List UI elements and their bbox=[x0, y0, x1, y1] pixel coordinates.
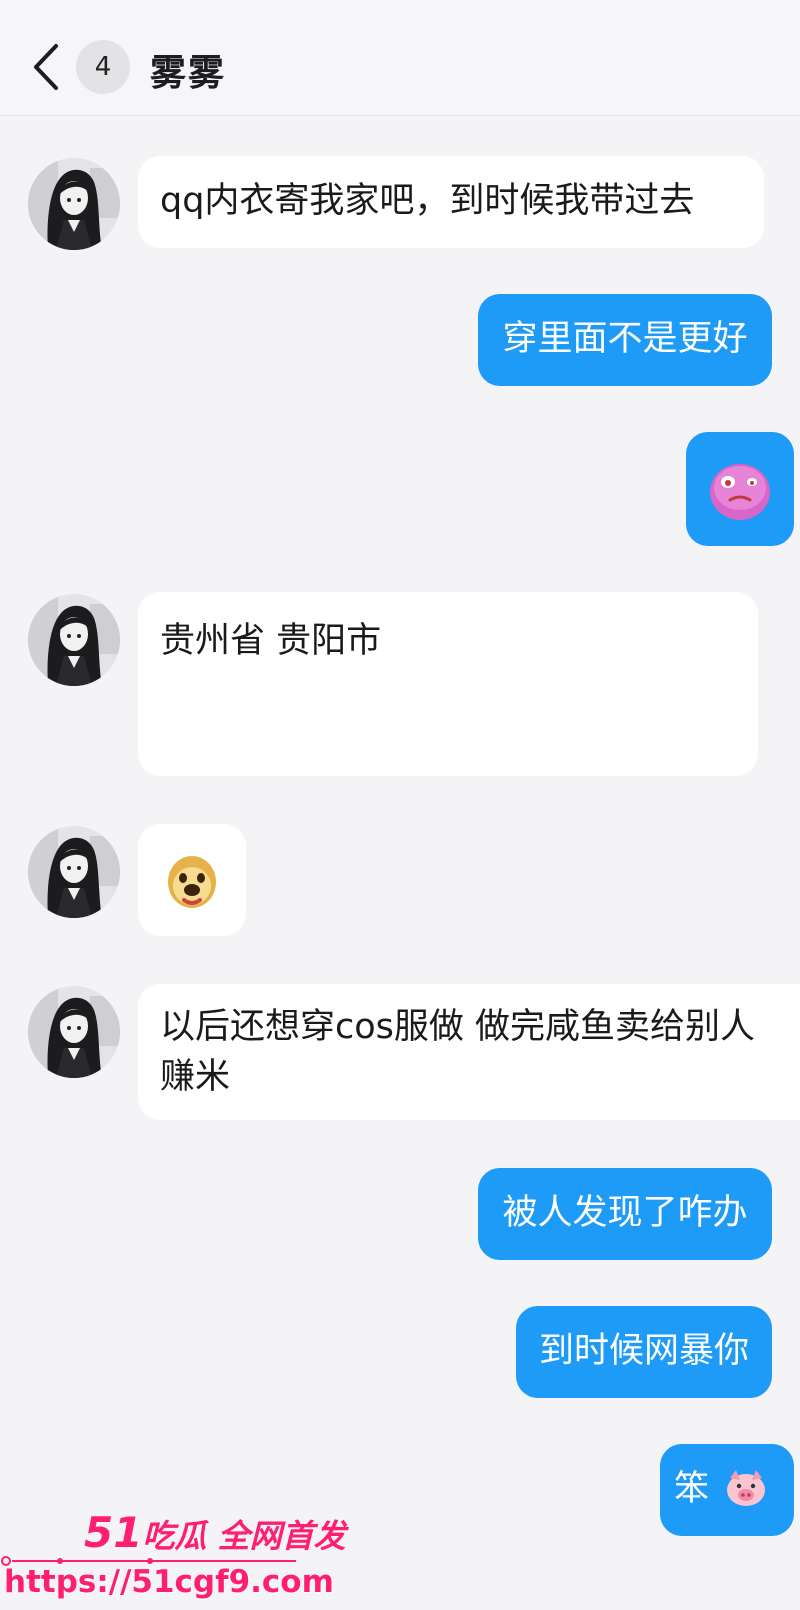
message-text: 穿里面不是更好 bbox=[502, 319, 748, 359]
pig-face-icon bbox=[727, 1470, 766, 1506]
contact-avatar[interactable] bbox=[28, 986, 120, 1078]
incoming-message-bubble[interactable]: qq内衣寄我家吧，到时候我带过去 bbox=[138, 156, 764, 248]
chevron-left-icon bbox=[34, 44, 58, 90]
contact-avatar[interactable] bbox=[28, 826, 120, 918]
unread-count-badge[interactable]: 4 bbox=[76, 40, 130, 94]
outgoing-message-bubble[interactable]: 穿里面不是更好 bbox=[478, 294, 772, 386]
watermark-brand-text: 吃瓜 全网首发 bbox=[142, 1517, 346, 1555]
watermark: 51吃瓜 全网首发 https://51cgf9.com bbox=[0, 1508, 346, 1610]
outgoing-sticker-bubble[interactable] bbox=[686, 432, 794, 546]
incoming-location-bubble[interactable]: 贵州省 贵阳市 bbox=[138, 592, 758, 776]
message-text: 到时候网暴你 bbox=[538, 1331, 749, 1371]
location-text: 贵州省 贵阳市 bbox=[160, 621, 382, 661]
chat-header: 4 雾雾 bbox=[0, 0, 800, 116]
contact-name: 雾雾 bbox=[150, 53, 227, 94]
incoming-message-bubble[interactable]: 以后还想穿cos服做 做完咸鱼卖给别人赚米 bbox=[138, 984, 800, 1120]
message-text: 被人发现了咋办 bbox=[502, 1193, 748, 1233]
back-button[interactable] bbox=[28, 40, 68, 94]
outgoing-message-bubble[interactable]: 到时候网暴你 bbox=[516, 1306, 772, 1398]
message-text: qq内衣寄我家吧，到时候我带过去 bbox=[160, 181, 695, 221]
watermark-brand-number: 51 bbox=[84, 1508, 143, 1557]
message-text: 笨 bbox=[674, 1469, 710, 1509]
watermark-url: https://51cgf9.com bbox=[4, 1564, 334, 1600]
outgoing-message-bubble[interactable]: 被人发现了咋办 bbox=[478, 1168, 772, 1260]
message-text: 以后还想穿cos服做 做完咸鱼卖给别人赚米 bbox=[160, 1007, 756, 1097]
contact-avatar[interactable] bbox=[28, 594, 120, 686]
outgoing-message-bubble[interactable]: 笨 bbox=[660, 1444, 794, 1536]
contact-avatar[interactable] bbox=[28, 158, 120, 250]
incoming-sticker-bubble[interactable] bbox=[138, 824, 246, 936]
dog-face-sticker-icon bbox=[168, 856, 216, 908]
watermark-brand: 51吃瓜 全网首发 bbox=[84, 1508, 346, 1557]
pink-blob-sticker-icon bbox=[710, 464, 770, 520]
